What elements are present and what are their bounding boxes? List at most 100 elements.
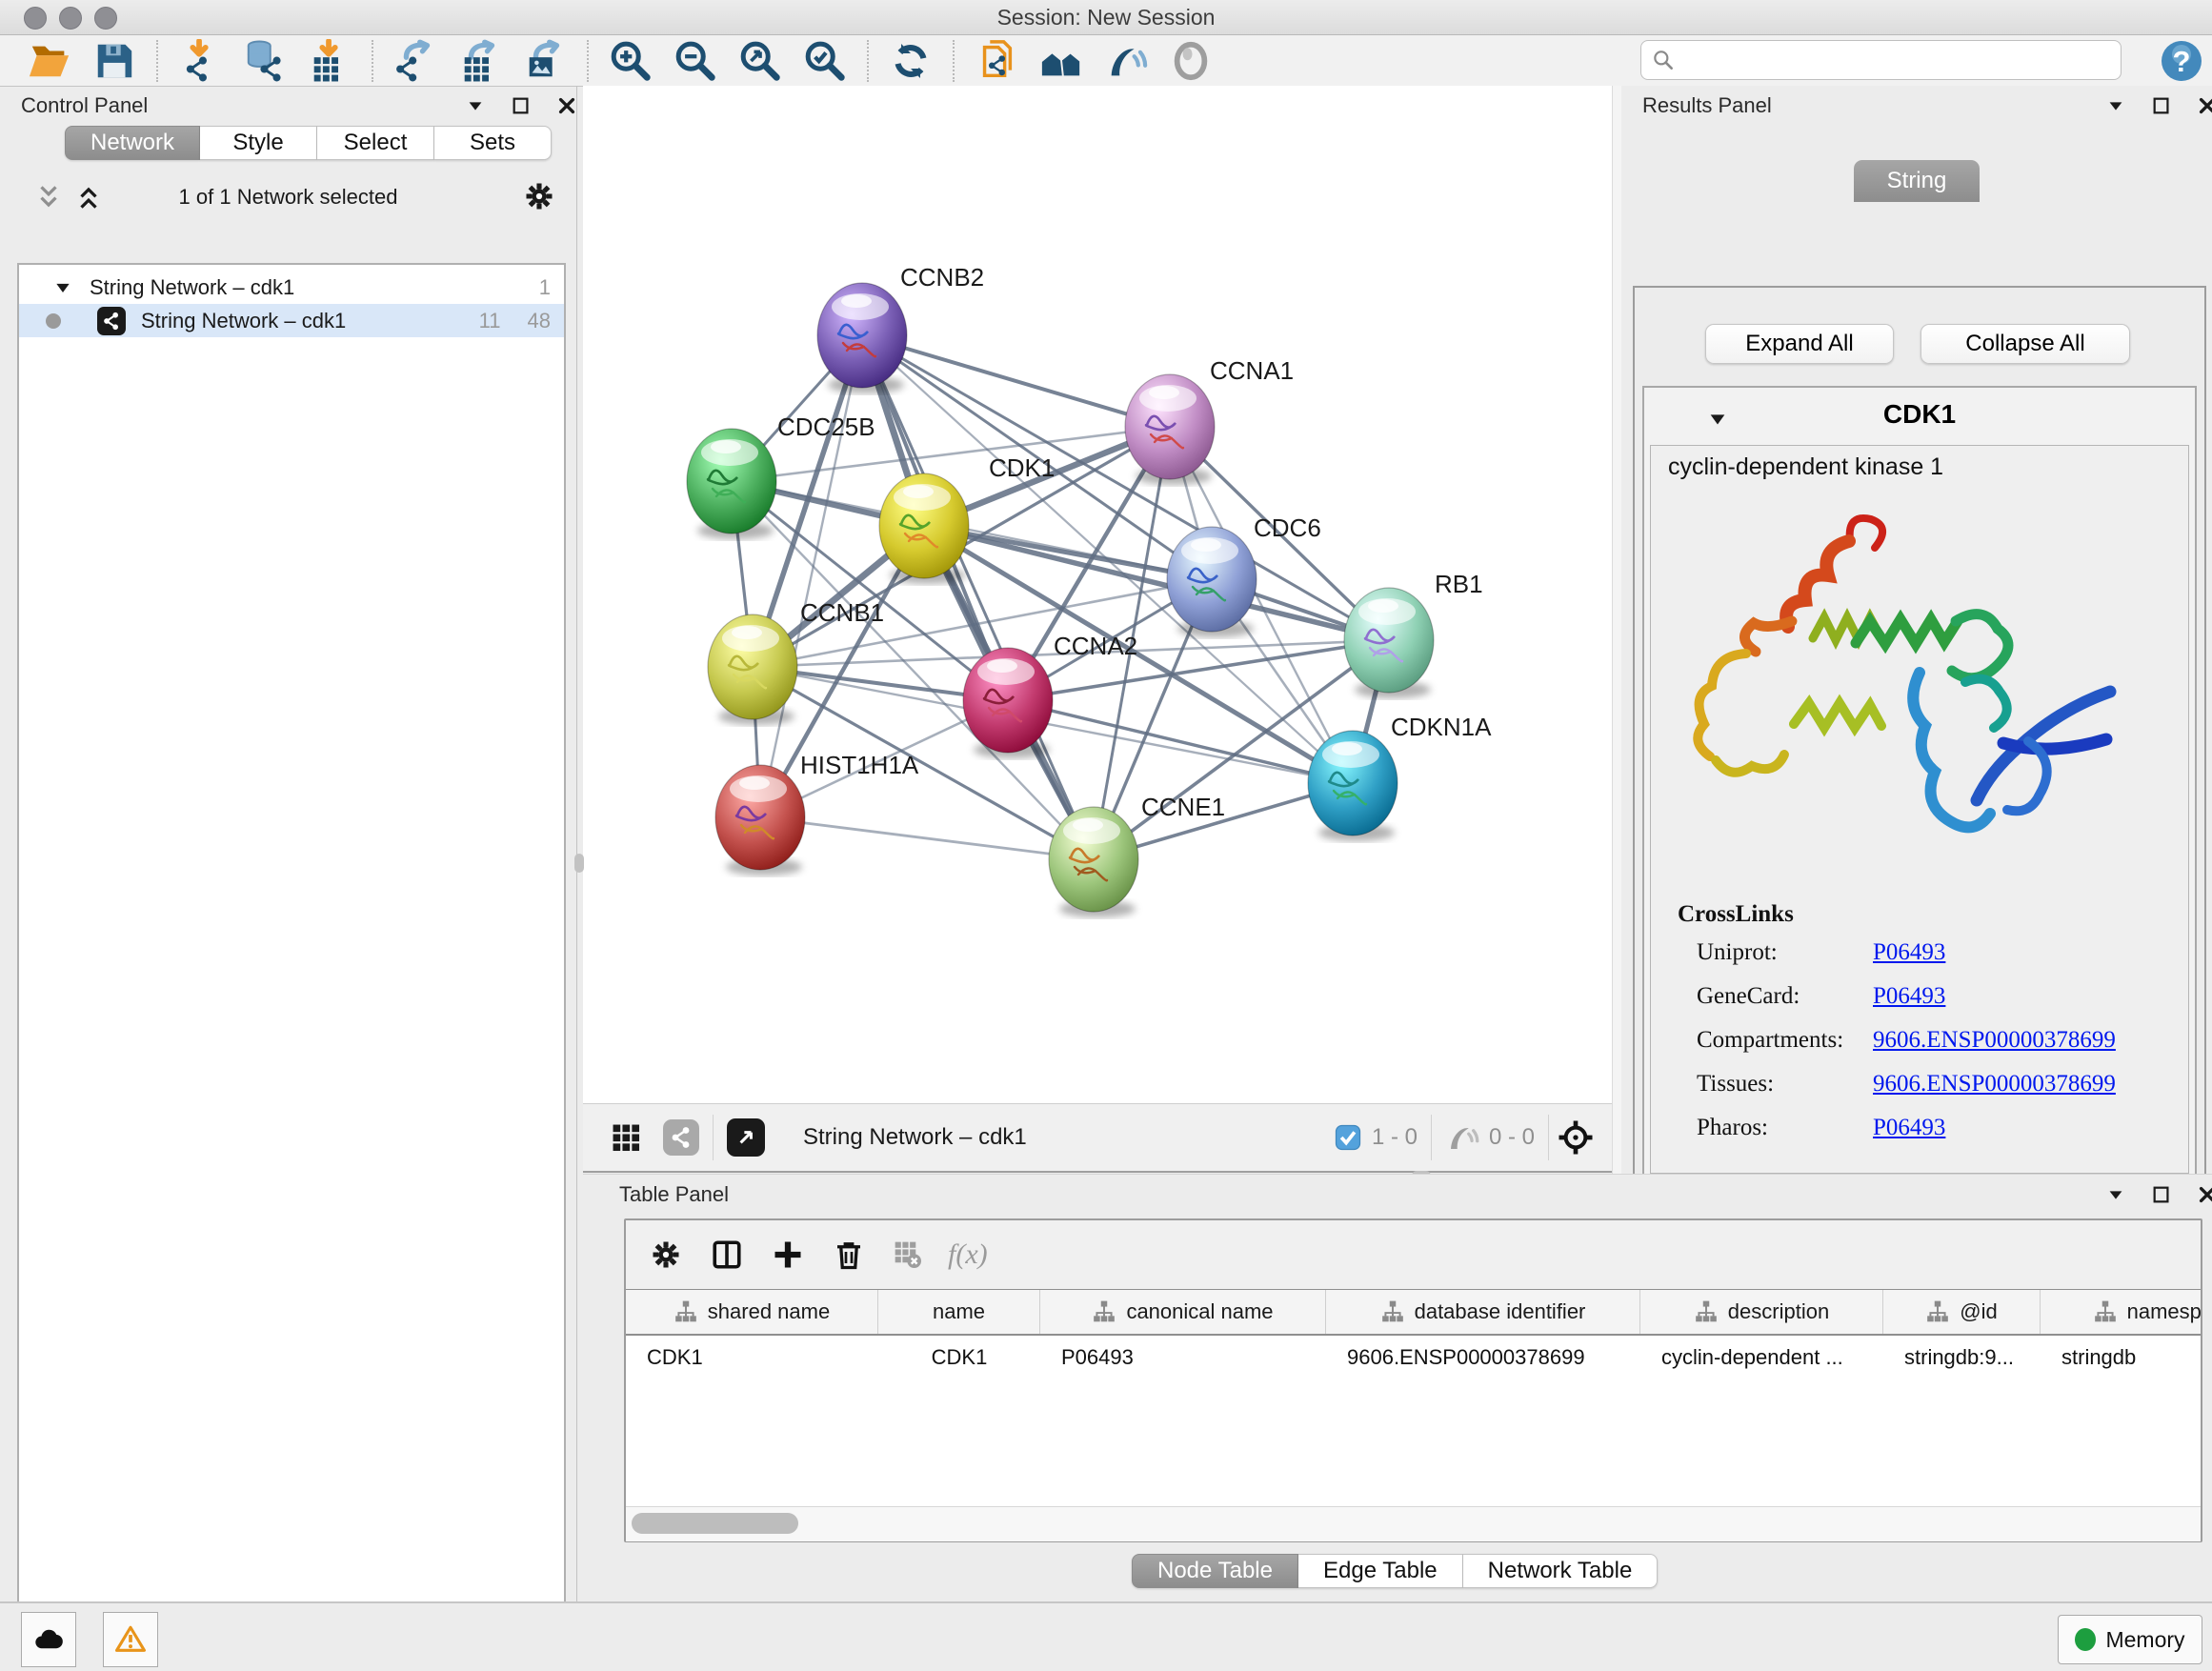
export-image-button[interactable]: [517, 38, 573, 84]
horizontal-scrollbar[interactable]: [626, 1506, 2201, 1541]
network-status-dot: [46, 313, 61, 329]
column-header-name[interactable]: name: [878, 1290, 1040, 1334]
edge-CCNA2-CDKN1A[interactable]: [1008, 700, 1353, 783]
search-box[interactable]: [1640, 40, 2122, 80]
cell-name[interactable]: CDK1: [878, 1336, 1040, 1379]
string-badge[interactable]: [663, 1119, 699, 1156]
help-button[interactable]: ?: [2159, 38, 2204, 84]
edge-CDK1-RB1[interactable]: [924, 526, 1389, 640]
show-columns-icon[interactable]: [710, 1238, 744, 1272]
save-session-icon: [92, 39, 136, 83]
network-view-canvas[interactable]: CCNB2 CCNA1 CDC25B CDK1 CDC6 RB1: [583, 86, 1612, 1103]
tab-sets[interactable]: Sets: [434, 126, 552, 160]
edge-CCNB2-CCNE1[interactable]: [862, 335, 1094, 859]
import-network-database-button[interactable]: [237, 38, 292, 84]
zoom-fit-icon: [738, 39, 782, 83]
cell--id[interactable]: stringdb:9...: [1883, 1336, 2041, 1379]
tab-style[interactable]: Style: [200, 126, 317, 160]
float-panel-icon[interactable]: [2151, 95, 2172, 116]
table-row[interactable]: CDK1CDK1P064939606.ENSP00000378699cyclin…: [626, 1336, 2201, 1379]
cell-namespace[interactable]: stringdb: [2041, 1336, 2201, 1379]
node-CDKN1A[interactable]: CDKN1A: [1308, 713, 1492, 841]
table-options-gear-icon[interactable]: [649, 1238, 683, 1272]
column-header-description[interactable]: description: [1640, 1290, 1883, 1334]
network-collection-row[interactable]: String Network – cdk1 1: [19, 271, 564, 304]
panel-menu-icon[interactable]: [465, 95, 486, 116]
column-header-database-identifier[interactable]: database identifier: [1326, 1290, 1640, 1334]
left-splitter-handle[interactable]: [574, 854, 584, 873]
collection-expander-icon[interactable]: [53, 278, 72, 297]
grid-view-icon[interactable]: [610, 1121, 642, 1154]
delete-column-icon[interactable]: [832, 1238, 866, 1272]
cell-canonical-name[interactable]: P06493: [1040, 1336, 1326, 1379]
cell-shared-name[interactable]: CDK1: [626, 1336, 878, 1379]
table-scroll-area[interactable]: shared namenamecanonical namedatabase id…: [626, 1289, 2201, 1507]
string-home-button[interactable]: [1034, 38, 1089, 84]
crosslink-value-link[interactable]: P06493: [1873, 983, 1945, 1010]
float-panel-icon[interactable]: [511, 95, 532, 116]
crosslink-value-link[interactable]: P06493: [1873, 1115, 1945, 1141]
zoom-fit-button[interactable]: [733, 38, 788, 84]
panel-menu-icon[interactable]: [2105, 95, 2126, 116]
node-HIST1H1A[interactable]: HIST1H1A: [715, 751, 919, 876]
column-header-shared-name[interactable]: shared name: [626, 1290, 878, 1334]
expand-all-button[interactable]: Expand All: [1705, 324, 1894, 364]
hidden-eye-icon[interactable]: [1445, 1120, 1479, 1155]
tab-network[interactable]: Network: [65, 126, 200, 160]
open-session-button[interactable]: [22, 38, 77, 84]
search-input[interactable]: [1683, 47, 2111, 73]
control-panel-title: Control Panel: [21, 93, 148, 118]
import-network-file-button[interactable]: [172, 38, 228, 84]
column-header--id[interactable]: @id: [1883, 1290, 2041, 1334]
zoom-out-button[interactable]: [668, 38, 723, 84]
collapse-all-button[interactable]: Collapse All: [1920, 324, 2130, 364]
network-selection-status: 1 of 1 Network selected: [0, 185, 576, 210]
results-panel-title: Results Panel: [1642, 93, 1772, 118]
warnings-button[interactable]: [103, 1612, 158, 1667]
add-column-icon[interactable]: [771, 1238, 805, 1272]
birdseye-view-button[interactable]: [727, 1118, 765, 1157]
panel-menu-icon[interactable]: [2105, 1184, 2126, 1205]
export-table-button[interactable]: [452, 38, 508, 84]
close-panel-icon[interactable]: [2197, 1184, 2212, 1205]
close-panel-icon[interactable]: [2197, 95, 2212, 116]
tab-edge-table[interactable]: Edge Table: [1298, 1554, 1463, 1588]
edge-CCNB2-HIST1H1A[interactable]: [760, 335, 862, 817]
tab-string[interactable]: String: [1854, 160, 1980, 202]
fit-selected-crosshair-icon[interactable]: [1557, 1118, 1595, 1157]
import-table-file-button[interactable]: [302, 38, 357, 84]
tab-network-table[interactable]: Network Table: [1463, 1554, 1659, 1588]
clone-network-button[interactable]: [969, 38, 1024, 84]
zoom-in-button[interactable]: [603, 38, 658, 84]
network-row[interactable]: String Network – cdk1 11 48: [19, 304, 564, 337]
tree-icon: [1925, 1299, 1950, 1324]
node-RB1[interactable]: RB1: [1344, 570, 1483, 698]
edge-HIST1H1A-CCNE1[interactable]: [760, 817, 1094, 859]
refresh-view-button[interactable]: [883, 38, 938, 84]
cloud-button[interactable]: [21, 1612, 76, 1667]
scrollbar-thumb[interactable]: [632, 1513, 798, 1534]
tab-node-table[interactable]: Node Table: [1132, 1554, 1298, 1588]
cell-database-identifier[interactable]: 9606.ENSP00000378699: [1326, 1336, 1640, 1379]
column-header-canonical-name[interactable]: canonical name: [1040, 1290, 1326, 1334]
tab-select[interactable]: Select: [317, 126, 434, 160]
float-panel-icon[interactable]: [2151, 1184, 2172, 1205]
crosslink-value-link[interactable]: 9606.ENSP00000378699: [1873, 1027, 2116, 1054]
node-CCNB2[interactable]: CCNB2: [817, 263, 984, 393]
edge-CCNB2-CCNA1[interactable]: [862, 335, 1170, 427]
column-header-namespace[interactable]: namespace: [2041, 1290, 2201, 1334]
network-options-gear-icon[interactable]: [522, 179, 556, 213]
node-CCNE1[interactable]: CCNE1: [1049, 793, 1225, 917]
export-network-button[interactable]: [388, 38, 443, 84]
hide-glyphs-button[interactable]: [1098, 38, 1154, 84]
memory-button[interactable]: Memory: [2058, 1615, 2202, 1664]
zoom-selected-button[interactable]: [797, 38, 853, 84]
close-panel-icon[interactable]: [556, 95, 577, 116]
selected-checkbox-icon[interactable]: [1334, 1123, 1362, 1152]
show-glyphs-button[interactable]: [1163, 38, 1218, 84]
network-graph[interactable]: CCNB2 CCNA1 CDC25B CDK1 CDC6 RB1: [583, 86, 1612, 1103]
crosslink-value-link[interactable]: P06493: [1873, 939, 1945, 966]
save-session-button[interactable]: [87, 38, 142, 84]
cell-description[interactable]: cyclin-dependent ...: [1640, 1336, 1883, 1379]
crosslink-value-link[interactable]: 9606.ENSP00000378699: [1873, 1071, 2116, 1097]
